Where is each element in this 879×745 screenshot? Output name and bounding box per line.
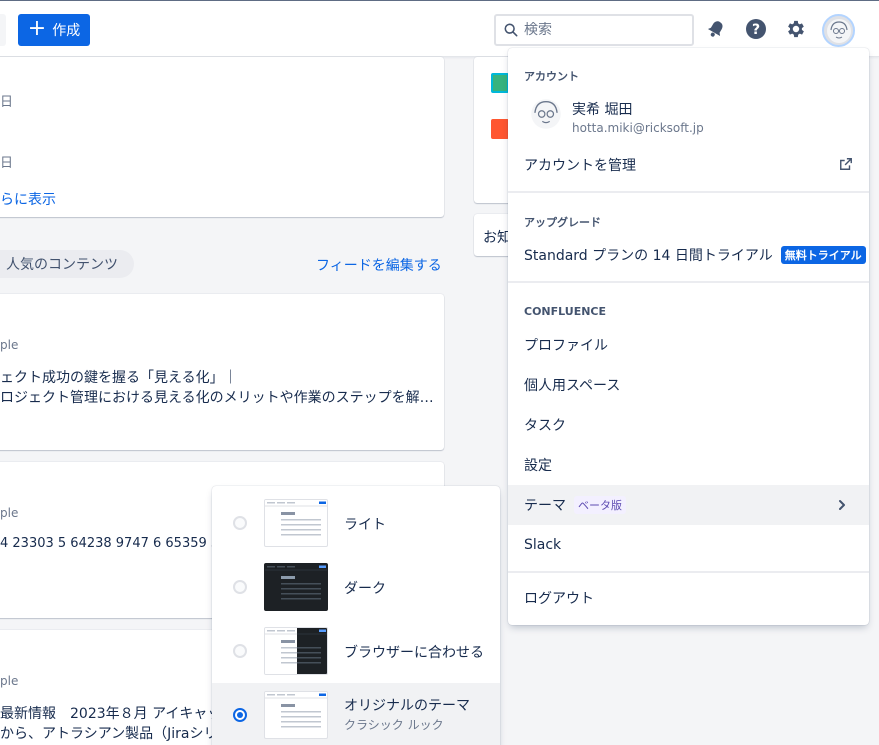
bell-icon <box>707 21 723 37</box>
date-fragment-1: 日 <box>0 95 14 110</box>
menu-item-theme[interactable]: テーマ ベータ版 <box>508 485 869 525</box>
card2-excerpt: 4 23303 5 64238 9747 6 65359 31 <box>0 536 228 551</box>
recent-card: 日 日 らに表示 <box>0 57 444 217</box>
create-button-label: 作成 <box>52 23 81 39</box>
card3-excerpt: から、アトラシアン製品（Jiraシリー <box>0 726 232 742</box>
logout-item[interactable]: ログアウト <box>508 578 869 618</box>
user-name: 実希 堀田 <box>572 102 633 118</box>
theme-label: テーマ <box>524 498 566 514</box>
divider <box>508 191 869 193</box>
theme-option-dark[interactable]: ダーク <box>212 555 500 619</box>
feed-card-1[interactable]: ple ェクト成功の鍵を握る「見える化」｜ ロジェクト管理における見える化のメリ… <box>0 294 444 450</box>
free-trial-badge: 無料トライアル <box>780 246 866 264</box>
search-box[interactable] <box>494 14 694 46</box>
gear-icon <box>788 20 804 38</box>
confluence-section-title: CONFLUENCE <box>524 305 607 318</box>
help-button[interactable]: ? <box>744 17 768 41</box>
profile-avatar-button[interactable] <box>822 14 855 47</box>
edit-feed-link[interactable]: フィードを編集する <box>316 255 442 275</box>
menu-item-label: タスク <box>524 418 566 434</box>
theme-option-original[interactable]: オリジナルのテーマ クラシック ルック <box>212 683 500 745</box>
avatar-icon <box>826 18 851 43</box>
divider <box>508 281 869 283</box>
account-section-title: アカウント <box>524 70 579 83</box>
menu-item-settings[interactable]: 設定 <box>508 445 869 485</box>
menu-item-label: プロファイル <box>524 338 608 354</box>
notice-fragment: お知 <box>483 230 511 246</box>
menu-item-label: 個人用スペース <box>524 378 621 394</box>
create-button[interactable]: + 作成 <box>18 14 90 46</box>
search-icon <box>504 23 518 37</box>
chevron-right-icon <box>839 500 845 510</box>
theme-option-light[interactable]: ライト <box>212 491 500 555</box>
theme-label-system: ブラウザーに合わせる <box>344 645 484 661</box>
account-dropdown-menu: アカウント 実希 堀田 hotta.miki@ricksoft.jp アカウント… <box>508 48 869 625</box>
avatar-icon <box>531 99 561 129</box>
user-email: hotta.miki@ricksoft.jp <box>572 121 704 135</box>
upgrade-section-title: アップグレード <box>524 216 601 229</box>
manage-account-label: アカウントを管理 <box>524 158 636 174</box>
card3-title: 最新情報 2023年８月 アイキャッ <box>0 706 222 722</box>
beta-badge: ベータ版 <box>574 496 626 514</box>
card2-author: ple <box>0 506 19 520</box>
theme-option-system[interactable]: ブラウザーに合わせる <box>212 619 500 683</box>
notifications-button[interactable] <box>704 17 728 41</box>
app-icon-red <box>491 119 509 139</box>
theme-submenu: ライト ダーク ブラウザーに合わせる オリジナルのテーマ クラシック ルック <box>212 486 500 745</box>
menu-item-profile[interactable]: プロファイル <box>508 325 869 365</box>
theme-label-original: オリジナルのテーマ <box>344 698 470 714</box>
show-more-link[interactable]: らに表示 <box>0 189 56 209</box>
dark-theme-thumbnail <box>264 563 328 611</box>
card1-title: ェクト成功の鍵を握る「見える化」｜ <box>0 370 238 386</box>
theme-radio-original[interactable] <box>233 708 247 722</box>
settings-button[interactable] <box>784 17 808 41</box>
menu-item-label: 設定 <box>524 458 552 474</box>
trial-text: Standard プランの 14 日間トライアル <box>524 248 773 264</box>
plus-icon: + <box>27 16 47 41</box>
theme-label-light: ライト <box>344 517 386 533</box>
card3-author: ple <box>0 674 19 688</box>
card1-author: ple <box>0 338 19 352</box>
light-theme-thumbnail <box>264 499 328 547</box>
original-theme-thumbnail <box>264 691 328 739</box>
app-icon-green <box>491 73 509 93</box>
external-link-icon <box>840 158 852 170</box>
menu-item-slack[interactable]: Slack <box>508 525 869 565</box>
menu-item-label: Slack <box>524 537 562 553</box>
popular-content-label: 人気のコンテンツ <box>6 257 118 273</box>
manage-account-item[interactable]: アカウントを管理 <box>508 145 869 185</box>
theme-radio-system[interactable] <box>233 644 247 658</box>
menu-item-personal-space[interactable]: 個人用スペース <box>508 365 869 405</box>
search-input[interactable] <box>524 22 674 38</box>
theme-radio-dark[interactable] <box>233 580 247 594</box>
svg-text:?: ? <box>752 22 760 38</box>
help-icon: ? <box>746 19 766 39</box>
theme-label-dark: ダーク <box>344 581 386 597</box>
popular-content-tab[interactable]: 人気のコンテンツ <box>0 250 134 278</box>
card1-excerpt: ロジェクト管理における見える化のメリットや作業のステップを解… <box>0 390 434 406</box>
divider <box>508 571 869 573</box>
trial-item[interactable]: Standard プランの 14 日間トライアル 無料トライアル <box>508 235 869 275</box>
logout-label: ログアウト <box>524 591 594 607</box>
date-fragment-2: 日 <box>0 156 14 171</box>
theme-radio-light[interactable] <box>233 516 247 530</box>
nav-item-stub[interactable] <box>0 14 6 46</box>
theme-sublabel-original: クラシック ルック <box>344 718 444 732</box>
user-avatar <box>530 98 562 130</box>
menu-item-tasks[interactable]: タスク <box>508 405 869 445</box>
system-theme-thumbnail <box>264 627 328 675</box>
